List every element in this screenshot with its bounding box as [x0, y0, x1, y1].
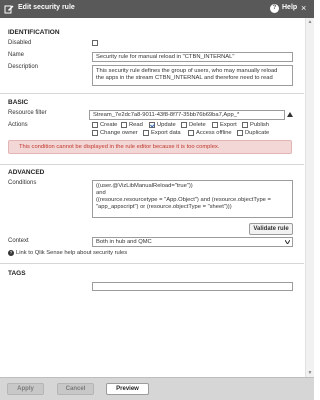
conditions-line: ((user.@VizLibManualReload="true")): [96, 183, 193, 189]
action-read-checkbox[interactable]: [121, 122, 127, 128]
description-line-1: This security rule defines the group of …: [96, 68, 278, 74]
divider: [0, 164, 304, 165]
action-publish-checkbox[interactable]: [242, 122, 248, 128]
conditions-textarea[interactable]: ((user.@VizLibManualReload="true")) and …: [92, 180, 293, 218]
action-publish-label: Publish: [250, 122, 270, 128]
conditions-line: "app_appscript") or (resource.objectType…: [96, 204, 232, 210]
complexity-warning: This condition cannot be displayed in th…: [8, 140, 292, 154]
name-label: Name: [8, 52, 25, 58]
window-title: Edit security rule: [18, 4, 75, 11]
action-duplicate-checkbox[interactable]: [237, 130, 243, 136]
section-advanced: ADVANCED: [8, 169, 45, 176]
action-update-label: Update: [157, 122, 176, 128]
help-circle-icon: ?: [8, 250, 14, 256]
conditions-label: Conditions: [8, 180, 37, 186]
action-change-owner-checkbox[interactable]: [92, 130, 98, 136]
context-value: Both in hub and QMC: [96, 239, 152, 245]
help-link[interactable]: Help: [282, 4, 297, 11]
close-icon[interactable]: ×: [301, 3, 306, 13]
disabled-checkbox[interactable]: [92, 40, 98, 46]
cancel-button[interactable]: Cancel: [57, 383, 94, 395]
action-access-offline-label: Access offline: [196, 130, 232, 136]
section-tags: TAGS: [8, 270, 26, 277]
action-create-checkbox[interactable]: [92, 122, 98, 128]
description-label: Description: [8, 64, 39, 70]
action-export-data-checkbox[interactable]: [143, 130, 149, 136]
description-line-2: the apps in the stream CTBN_INTERNAL and…: [96, 75, 273, 81]
chevron-down-icon[interactable]: [285, 240, 290, 244]
edit-icon: [4, 5, 14, 14]
scrollbar[interactable]: ▲ ▼: [305, 18, 314, 377]
action-export-checkbox[interactable]: [212, 122, 218, 128]
conditions-line: and: [96, 190, 106, 196]
help-link[interactable]: Link to Qlik Sense help about security r…: [16, 250, 127, 256]
section-basic: BASIC: [8, 99, 29, 106]
expand-arrow-icon[interactable]: [287, 112, 293, 117]
footer-bar: Apply Cancel Preview: [0, 377, 314, 400]
action-read-label: Read: [129, 122, 143, 128]
preview-button[interactable]: Preview: [106, 383, 149, 395]
scroll-down-icon[interactable]: ▼: [307, 370, 313, 376]
action-create-label: Create: [100, 122, 118, 128]
actions-label: Actions: [8, 122, 28, 128]
action-duplicate-label: Duplicate: [245, 130, 270, 136]
conditions-line: ((resource.resourcetype = "App.Object") …: [96, 197, 271, 203]
divider: [0, 93, 304, 94]
action-export-data-label: Export data: [151, 130, 181, 136]
action-update-checkbox[interactable]: [149, 122, 155, 128]
disabled-label: Disabled: [8, 40, 32, 46]
name-input[interactable]: Security rule for manual reload in "CTBN…: [92, 52, 293, 62]
apply-button[interactable]: Apply: [7, 383, 44, 395]
context-select[interactable]: Both in hub and QMC: [92, 237, 293, 247]
action-export-label: Export: [220, 122, 237, 128]
action-change-owner-label: Change owner: [100, 130, 138, 136]
help-icon[interactable]: ?: [270, 4, 279, 13]
warning-text: This condition cannot be displayed in th…: [19, 144, 220, 150]
action-delete-checkbox[interactable]: [181, 122, 187, 128]
validate-rule-button[interactable]: Validate rule: [249, 223, 293, 235]
resource-filter-input[interactable]: Stream_7e2dc7a8-9011-43f8-8f77-35bb76b69…: [89, 110, 285, 120]
description-textarea[interactable]: This security rule defines the group of …: [92, 65, 293, 86]
action-access-offline-checkbox[interactable]: [188, 130, 194, 136]
context-label: Context: [8, 238, 29, 244]
title-bar: Edit security rule ? Help ×: [0, 0, 314, 18]
resource-filter-label: Resource filter: [8, 110, 47, 116]
section-identification: IDENTIFICATION: [8, 29, 60, 36]
action-delete-label: Delete: [189, 122, 206, 128]
divider: [0, 263, 304, 264]
scroll-up-icon[interactable]: ▲: [307, 19, 313, 25]
tags-input[interactable]: [92, 282, 293, 291]
